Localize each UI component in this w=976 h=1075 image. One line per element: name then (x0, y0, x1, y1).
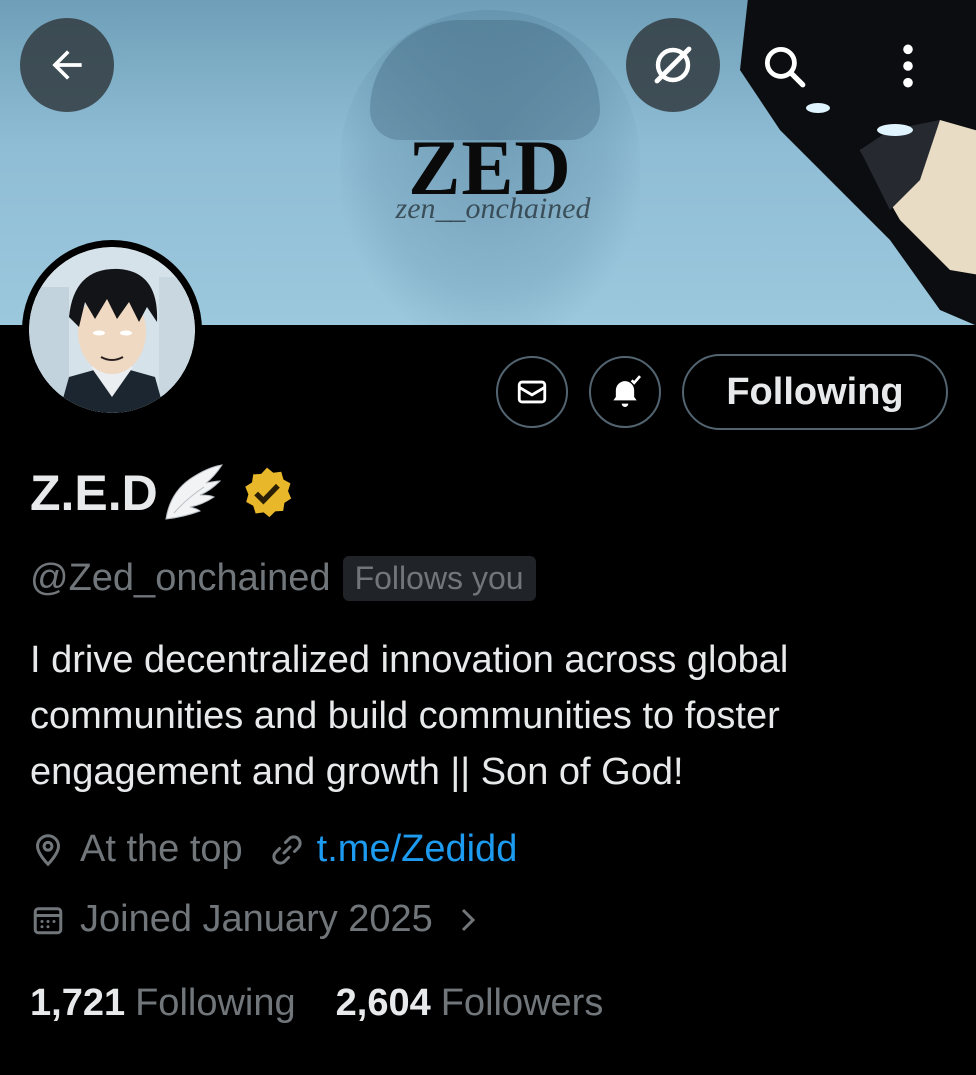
followers-label: Followers (440, 982, 604, 1024)
website-link[interactable]: t.me/Zedidd (317, 828, 518, 871)
handle-row: @Zed_onchained Follows you (30, 552, 536, 604)
location-pin-icon (35, 833, 61, 866)
search-button[interactable] (746, 28, 822, 104)
following-count: 1,721 (30, 982, 126, 1024)
avatar-illustration (29, 247, 195, 413)
joined-row[interactable]: Joined January 2025 (30, 898, 483, 941)
following-stat[interactable]: 1,721 Following (30, 982, 296, 1025)
follows-you-badge: Follows you (342, 555, 536, 601)
grok-icon (654, 46, 692, 84)
notifications-button[interactable] (589, 356, 661, 428)
following-label: Following (135, 982, 296, 1024)
location: At the top (80, 828, 243, 870)
more-vertical-icon (903, 44, 913, 88)
link-icon (272, 834, 302, 865)
calendar-icon (33, 906, 63, 934)
chevron-right-icon (461, 908, 475, 931)
avatar[interactable] (22, 240, 202, 420)
bio: I drive decentralized innovation across … (30, 639, 789, 793)
display-name: Z.E.D (30, 465, 158, 521)
grok-button[interactable] (626, 18, 720, 112)
arrow-left-icon (52, 50, 82, 80)
profile-name-row: Z.E.D (30, 458, 296, 528)
joined-date: Joined January 2025 (80, 898, 433, 940)
more-button[interactable] (870, 28, 946, 104)
follow-stats: 1,721 Following 2,604 Followers (30, 982, 603, 1025)
envelope-icon (517, 380, 547, 404)
verified-gold-icon (245, 467, 291, 518)
back-button[interactable] (20, 18, 114, 112)
banner-subtitle: zen__onchained (395, 192, 591, 225)
profile-meta-row: At the top t.me/Zedidd (30, 828, 517, 871)
search-icon (764, 46, 806, 88)
handle: @Zed_onchained (30, 556, 331, 599)
followers-count: 2,604 (335, 982, 431, 1024)
wing-icon (165, 464, 223, 520)
message-button[interactable] (496, 356, 568, 428)
followers-stat[interactable]: 2,604 Followers (336, 982, 604, 1025)
bell-check-icon (613, 375, 642, 407)
following-button[interactable]: Following (682, 354, 948, 430)
